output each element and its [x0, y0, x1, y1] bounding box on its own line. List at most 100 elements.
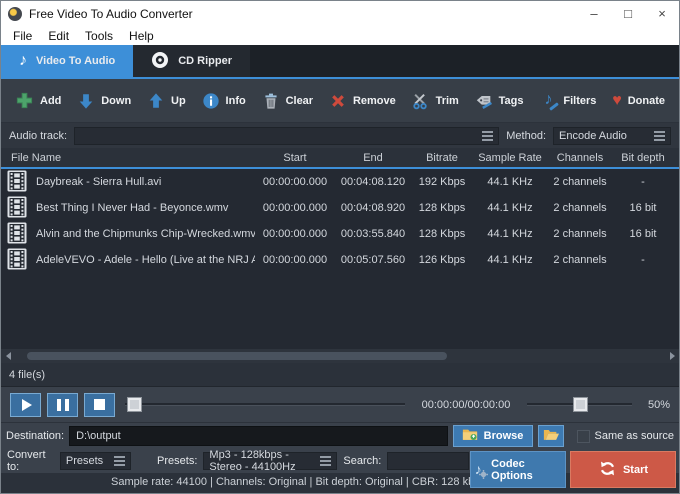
same-as-source-checkbox[interactable] — [577, 430, 590, 443]
file-name: Best Thing I Never Had - Beyonce.wmv — [36, 202, 228, 214]
codec-options-button[interactable]: ♪ Codec Options — [470, 451, 566, 488]
scroll-right-arrow-icon[interactable] — [665, 349, 679, 363]
column-bitrate[interactable]: Bitrate — [411, 152, 473, 164]
volume-slider-thumb[interactable] — [573, 397, 588, 412]
tab-bar: ♪ Video To Audio CD Ripper — [1, 45, 679, 79]
horizontal-scrollbar[interactable] — [1, 349, 679, 363]
playback-time: 00:00:00/00:00:00 — [411, 399, 521, 411]
convert-to-dropdown[interactable]: Presets — [60, 452, 131, 470]
audio-track-dropdown[interactable] — [74, 127, 499, 145]
file-row[interactable]: Daybreak - Sierra Hull.avi 00:00:00.000 … — [1, 169, 679, 195]
menu-bar: File Edit Tools Help — [1, 27, 679, 45]
remove-button[interactable]: Remove — [329, 92, 396, 110]
menu-tools[interactable]: Tools — [77, 29, 121, 43]
up-button[interactable]: Up — [147, 92, 186, 110]
cell-start: 00:00:00.000 — [255, 202, 335, 214]
search-label: Search: — [343, 455, 381, 467]
scroll-left-arrow-icon[interactable] — [1, 349, 15, 363]
trim-button[interactable]: Trim — [412, 92, 459, 110]
presets-label: Presets: — [157, 455, 197, 467]
film-icon — [7, 196, 27, 221]
file-row[interactable]: Alvin and the Chipmunks Chip-Wrecked.wmv… — [1, 221, 679, 247]
file-list: Daybreak - Sierra Hull.avi 00:00:00.000 … — [1, 169, 679, 273]
app-icon — [8, 7, 22, 21]
cell-bitrate: 192 Kbps — [411, 176, 473, 188]
cell-end: 00:05:07.560 — [335, 254, 411, 266]
add-button[interactable]: Add — [15, 91, 61, 110]
column-channels[interactable]: Channels — [547, 152, 613, 164]
refresh-icon — [598, 459, 617, 481]
destination-input[interactable]: D:\output — [69, 426, 447, 446]
pause-icon — [57, 399, 69, 411]
cell-start: 00:00:00.000 — [255, 176, 335, 188]
column-sample-rate[interactable]: Sample Rate — [473, 152, 547, 164]
search-input[interactable] — [387, 452, 469, 470]
play-button[interactable] — [10, 393, 41, 417]
menu-help[interactable]: Help — [121, 29, 162, 43]
column-bit-depth[interactable]: Bit depth — [613, 152, 673, 164]
minimize-button[interactable]: – — [577, 1, 611, 27]
start-button[interactable]: Start — [570, 451, 676, 488]
donate-button[interactable]: ♥ Donate — [612, 93, 665, 109]
app-window: Free Video To Audio Converter – □ × File… — [0, 0, 680, 494]
tab-label: CD Ripper — [178, 55, 232, 67]
method-dropdown[interactable]: Encode Audio — [553, 127, 671, 145]
file-row[interactable]: Best Thing I Never Had - Beyonce.wmv 00:… — [1, 195, 679, 221]
method-label: Method: — [506, 130, 546, 142]
info-button[interactable]: Info — [202, 92, 246, 110]
file-row[interactable]: AdeleVEVO - Adele - Hello (Live at the N… — [1, 247, 679, 273]
start-label: Start — [623, 464, 648, 476]
dropdown-lines-icon — [482, 131, 493, 141]
open-folder-button[interactable] — [538, 425, 564, 447]
destination-bar: Destination: D:\output Browse Same as so… — [1, 423, 679, 449]
cell-bit-depth: - — [613, 176, 673, 188]
cell-bit-depth: 16 bit — [613, 202, 673, 214]
volume-slider[interactable] — [527, 393, 632, 416]
column-end[interactable]: End — [335, 152, 411, 164]
cell-start: 00:00:00.000 — [255, 254, 335, 266]
note-edit-icon: ♪ — [539, 92, 557, 110]
cell-sample-rate: 44.1 KHz — [473, 176, 547, 188]
bottom-panel: Convert to: Presets Presets: Mp3 - 128kb… — [1, 449, 679, 493]
seek-slider-thumb[interactable] — [127, 397, 142, 412]
tab-cd-ripper[interactable]: CD Ripper — [133, 45, 250, 77]
cell-bitrate: 126 Kbps — [411, 254, 473, 266]
title-bar: Free Video To Audio Converter – □ × — [1, 1, 679, 27]
cell-end: 00:03:55.840 — [335, 228, 411, 240]
close-button[interactable]: × — [645, 1, 679, 27]
seek-slider[interactable] — [125, 393, 405, 416]
presets-value: Mp3 - 128kbps - Stereo - 44100Hz — [209, 449, 320, 473]
arrow-up-icon — [147, 92, 165, 110]
film-icon — [7, 222, 27, 247]
trash-icon — [262, 92, 280, 110]
column-start[interactable]: Start — [255, 152, 335, 164]
cell-sample-rate: 44.1 KHz — [473, 254, 547, 266]
pause-button[interactable] — [47, 393, 78, 417]
maximize-button[interactable]: □ — [611, 1, 645, 27]
action-buttons: ♪ Codec Options Start — [470, 451, 676, 488]
film-icon — [7, 170, 27, 195]
menu-edit[interactable]: Edit — [40, 29, 77, 43]
column-file-name[interactable]: File Name — [1, 152, 255, 164]
file-list-empty-area — [1, 273, 679, 349]
cell-end: 00:04:08.920 — [335, 202, 411, 214]
stop-button[interactable] — [84, 393, 115, 417]
clear-button[interactable]: Clear — [262, 92, 314, 110]
down-button[interactable]: Down — [77, 92, 131, 110]
cell-channels: 2 channels — [547, 228, 613, 240]
convert-to-label: Convert to: — [7, 449, 54, 473]
volume-percent: 50% — [638, 399, 670, 411]
presets-dropdown[interactable]: Mp3 - 128kbps - Stereo - 44100Hz — [203, 452, 337, 470]
tab-video-to-audio[interactable]: ♪ Video To Audio — [1, 45, 133, 77]
play-icon — [22, 399, 32, 411]
browse-button[interactable]: Browse — [453, 425, 533, 447]
tags-button[interactable]: Tags — [475, 92, 524, 110]
filters-button[interactable]: ♪ Filters — [539, 92, 596, 110]
browse-label: Browse — [484, 430, 524, 442]
menu-file[interactable]: File — [5, 29, 40, 43]
cell-start: 00:00:00.000 — [255, 228, 335, 240]
codec-options-label: Codec Options — [491, 458, 565, 482]
scrollbar-thumb[interactable] — [27, 352, 447, 360]
cell-sample-rate: 44.1 KHz — [473, 228, 547, 240]
music-note-icon: ♪ — [19, 52, 27, 70]
